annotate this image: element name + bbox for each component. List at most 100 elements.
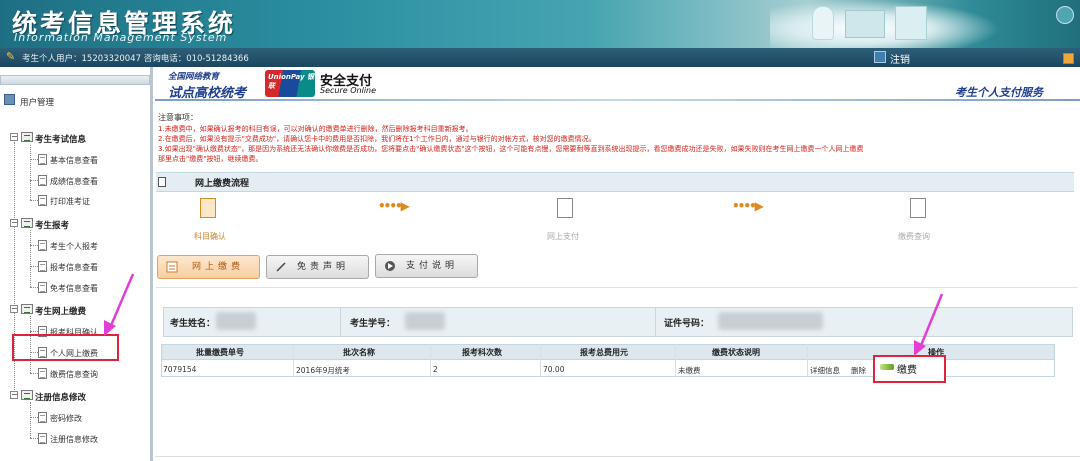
order-number-cell: 7079154 (163, 365, 197, 374)
note-line: 1.未缴费中，如果确认报考的科目有误，可以对确认的缴费单进行删除，然后删除报考科… (158, 125, 473, 133)
sidebar-group-exam-info[interactable]: 考生考试信息 (35, 133, 86, 145)
pay-button[interactable]: 缴费 (897, 361, 917, 376)
banner-photo (770, 0, 1000, 48)
sidebar-item-payment-query[interactable]: 缴费信息查询 (50, 369, 98, 380)
step-label: 缴费查询 (898, 232, 930, 241)
tree-connector (30, 417, 38, 418)
banner-emblem-icon (1056, 6, 1074, 24)
subject-count-cell: 2 (433, 365, 438, 374)
note-line: 3.如果出现"确认缴费状态"，那是因为系统还无法确认你缴费是否成功，您将要点击"… (158, 145, 864, 153)
logout-icon[interactable] (874, 51, 886, 63)
step-label: 科目确认 (194, 232, 226, 241)
banner-screen-image (845, 10, 885, 38)
folder-icon (21, 390, 33, 400)
sidebar-item-registration-info[interactable]: 注册信息修改 (50, 434, 98, 445)
sidebar-top-bar (0, 75, 150, 85)
sidebar-item-exemption-view[interactable]: 免考信息查看 (50, 283, 98, 294)
sidebar-scrollbar[interactable] (150, 67, 153, 461)
page-icon (38, 368, 47, 379)
process-section-bar (156, 172, 1074, 192)
step-label: 网上支付 (547, 232, 579, 241)
note-line: 2.在缴费后，如果没有提示"交费成功"，请确认您卡中的费用是否扣除，我们将在1个… (158, 135, 596, 143)
online-pay-label: 网上缴费 (192, 262, 245, 272)
delete-link[interactable]: 删除 (851, 365, 866, 376)
settings-icon[interactable] (1063, 53, 1074, 64)
tree-connector (30, 287, 38, 288)
tree-connector (30, 373, 38, 374)
tree-connector (30, 180, 38, 181)
collapse-toggle-icon[interactable]: − (10, 133, 18, 141)
flow-arrow-icon: ••••▶ (378, 199, 410, 213)
instructions-label: 支付说明 (406, 261, 459, 271)
online-pay-button[interactable]: 网上缴费 (157, 255, 260, 279)
sidebar-item-registration-view[interactable]: 报考信息查看 (50, 262, 98, 273)
sidebar-item-admission-ticket[interactable]: 打印准考证 (50, 196, 90, 207)
page-icon (38, 154, 47, 165)
folder-icon (21, 304, 33, 314)
column-divider (675, 344, 676, 377)
pay-button-icon[interactable] (880, 364, 894, 370)
column-header: 批量缴费单号 (196, 348, 244, 357)
user-icon: ✎ (6, 50, 16, 63)
tree-connector (30, 200, 38, 201)
column-divider (807, 344, 808, 377)
sidebar-item-password[interactable]: 密码修改 (50, 413, 82, 424)
sidebar-item-personal-registration[interactable]: 考生个人报考 (50, 241, 98, 252)
pencil-icon (276, 262, 286, 272)
annotation-arrow-icon (914, 293, 944, 356)
batch-name-cell: 2016年9月统考 (296, 366, 350, 375)
sidebar-item-scores[interactable]: 成绩信息查看 (50, 176, 98, 187)
service-title: 考生个人支付服务 (955, 86, 1043, 99)
info-divider (340, 307, 341, 337)
collapse-toggle-icon[interactable]: − (10, 305, 18, 313)
payment-query-icon (910, 198, 926, 218)
column-header: 批次名称 (343, 348, 375, 357)
column-header: 报考总费用元 (580, 348, 628, 357)
tree-connector (30, 245, 38, 246)
banner-screen-image-2 (895, 6, 927, 40)
tree-connector (30, 331, 38, 332)
instructions-button[interactable]: 支付说明 (375, 254, 478, 278)
note-line: 那里点击"缴费"按钮，继续缴费。 (158, 155, 263, 163)
column-header: 缴费状态说明 (712, 348, 760, 357)
column-header: 报考科次数 (462, 348, 502, 357)
pay-icon (166, 261, 178, 273)
annotation-arrow-icon (104, 273, 135, 336)
user-management-icon (4, 94, 15, 105)
disclaimer-label: 免责声明 (297, 262, 350, 272)
sidebar-header-label: 用户管理 (20, 98, 55, 108)
sidebar-group-account-settings[interactable]: 注册信息修改 (35, 391, 86, 403)
tree-connector (30, 266, 38, 267)
page-icon (38, 282, 47, 293)
unionpay-logo: UnionPay 银联 (265, 70, 315, 97)
user-info-text: 考生个人用户：15203320047 咨询电话：010-51284366 (22, 54, 249, 64)
student-name-value (216, 312, 256, 330)
student-name-label: 考生姓名： (170, 319, 216, 329)
column-divider (540, 344, 541, 377)
sidebar-group-registration[interactable]: 考生报考 (35, 219, 69, 231)
tree-branch-1 (30, 145, 31, 200)
flow-arrow-icon: ••••▶ (732, 199, 764, 213)
page-icon (38, 433, 47, 444)
banner-person-image (812, 6, 834, 40)
collapse-toggle-icon[interactable]: − (10, 219, 18, 227)
tree-connector (30, 438, 38, 439)
student-id-label: 考生学号： (350, 319, 396, 329)
logout-link[interactable]: 注销 (890, 51, 910, 66)
detail-link[interactable]: 详细信息 (810, 365, 840, 376)
secure-pay-subtitle: Secure Online (320, 86, 377, 95)
sidebar-item-basic-info[interactable]: 基本信息查看 (50, 155, 98, 166)
page-icon (38, 261, 47, 272)
arrow-right-icon (385, 261, 395, 271)
disclaimer-button[interactable]: 免责声明 (266, 255, 369, 279)
process-title: 网上缴费流程 (195, 179, 250, 189)
online-pay-icon (557, 198, 573, 218)
status-cell: 未缴费 (678, 366, 701, 375)
student-id-value (405, 312, 445, 330)
document-icon (158, 177, 166, 187)
cert-number-label: 证件号码： (664, 319, 710, 329)
collapse-toggle-icon[interactable]: − (10, 391, 18, 399)
page-icon (38, 195, 47, 206)
folder-icon (21, 132, 33, 142)
sidebar-group-online-payment[interactable]: 考生网上缴费 (35, 305, 86, 317)
